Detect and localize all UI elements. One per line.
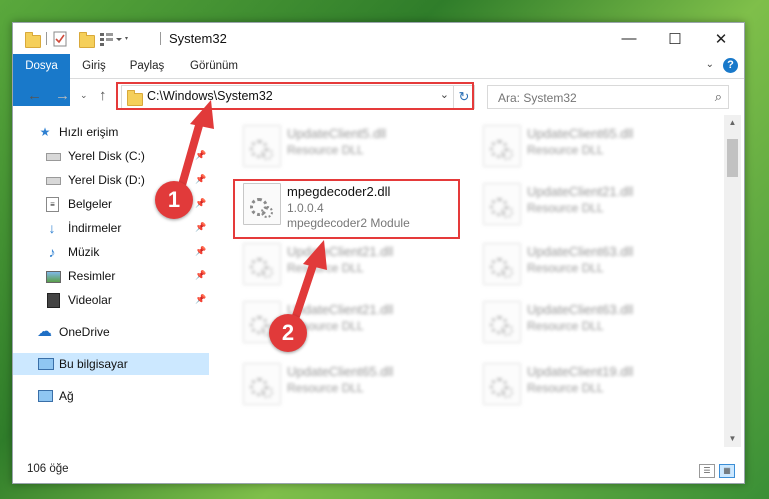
annotation-arrows — [176, 100, 327, 326]
step-1-badge: 1 — [155, 181, 193, 219]
step-2-badge: 2 — [269, 314, 307, 352]
